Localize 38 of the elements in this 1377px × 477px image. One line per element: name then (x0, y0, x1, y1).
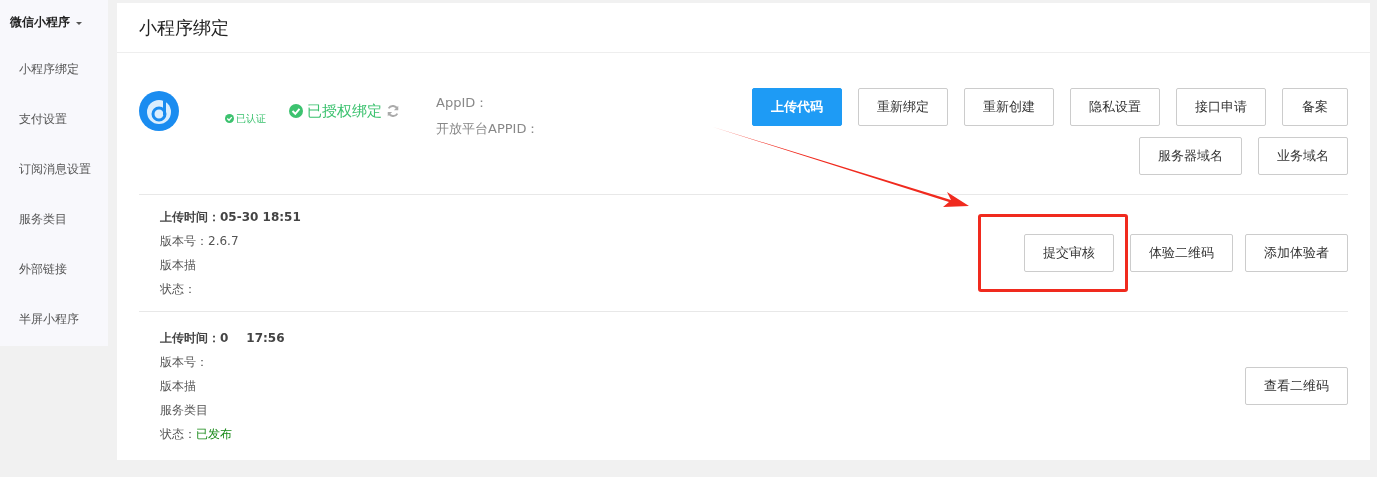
page-title: 小程序绑定 (139, 16, 229, 40)
action-button[interactable]: 服务器域名 (1139, 137, 1242, 175)
auth-status: 已授权绑定 (307, 101, 382, 122)
open-appid-label: 开放平台APPID： (436, 119, 540, 138)
version-info: 状态： (160, 280, 197, 298)
version-info: 版本描 (160, 256, 197, 274)
check-circle-icon (289, 104, 303, 119)
upload-time: 17:56 (246, 329, 285, 347)
action-button[interactable]: 隐私设置 (1070, 88, 1160, 126)
sidebar-item[interactable]: 半屏小程序 (0, 294, 108, 344)
sidebar-item[interactable]: 外部链接 (0, 244, 108, 294)
refresh-icon[interactable] (386, 104, 400, 119)
action-button[interactable]: 添加体验者 (1245, 234, 1348, 272)
action-button[interactable]: 业务域名 (1258, 137, 1348, 175)
sidebar-heading[interactable]: 微信小程序 (10, 13, 70, 31)
action-button[interactable]: 重新创建 (964, 88, 1054, 126)
version-info: 版本号：2.6.7 (160, 232, 240, 250)
action-button[interactable]: 查看二维码 (1245, 367, 1348, 405)
action-button[interactable]: 重新绑定 (858, 88, 948, 126)
upload-time: 上传时间：05-30 18:51 (160, 208, 301, 226)
action-button[interactable]: 备案 (1282, 88, 1348, 126)
status-value: 已发布 (196, 425, 232, 443)
app-logo-icon (139, 91, 179, 131)
sidebar-item[interactable]: 服务类目 (0, 194, 108, 244)
status-label: 状态： (160, 425, 196, 443)
version-info: 服务类目 (160, 401, 209, 419)
action-button[interactable]: 体验二维码 (1130, 234, 1233, 272)
check-circle-icon (225, 114, 234, 123)
upload-time: 上传时间：0 (160, 329, 229, 347)
verified-label: 已认证 (236, 112, 266, 126)
action-button[interactable]: 接口申请 (1176, 88, 1266, 126)
sidebar-item[interactable]: 小程序绑定 (0, 44, 108, 94)
version-info: 版本号： (160, 353, 209, 371)
appid-label: AppID： (436, 94, 490, 112)
sidebar-item[interactable]: 支付设置 (0, 94, 108, 144)
version-info: 版本描 (160, 377, 197, 395)
action-button[interactable]: 提交审核 (1024, 234, 1114, 272)
sidebar-item[interactable]: 订阅消息设置 (0, 144, 108, 194)
